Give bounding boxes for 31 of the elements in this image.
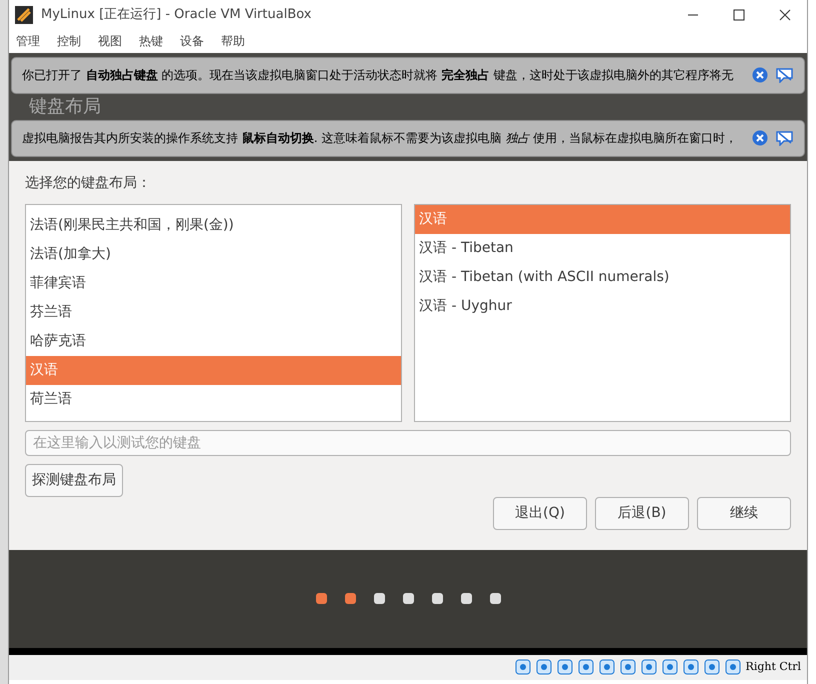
close-icon[interactable] — [779, 8, 791, 21]
menu-item[interactable]: 设备 — [180, 32, 204, 50]
menu-item[interactable]: 帮助 — [221, 32, 245, 50]
dialog-button[interactable]: 后退(B) — [595, 496, 689, 530]
page-heading: 键盘布局 — [28, 96, 102, 118]
list-item[interactable]: 哈萨克语 — [26, 326, 401, 356]
list-item[interactable]: 菲律宾语 — [26, 268, 401, 298]
menu-item[interactable]: 热键 — [139, 32, 163, 50]
menu-item[interactable]: 控制 — [57, 32, 81, 50]
list-item[interactable]: 汉语 - Tibetan — [415, 234, 790, 263]
dialog-button[interactable]: 继续 — [697, 496, 791, 530]
notification-text: 你已打开了 自动独占键盘 的选项。现在当该虚拟电脑窗口处于活动状态时就将 完全独占 键盘，这时处于该虚拟电脑外的其它程序将无 — [22, 67, 734, 84]
list-item[interactable]: 汉语 - Uyghur — [415, 292, 790, 321]
list-item[interactable]: 汉语 - Tibetan (with ASCII numerals) — [415, 262, 790, 292]
menu-item[interactable]: 管理 — [16, 32, 40, 50]
detect-layout-button[interactable]: 探测键盘布局 — [25, 464, 123, 497]
app-icon — [15, 6, 33, 24]
notification-text: 虚拟电脑报告其内所安装的操作系统支持 鼠标自动切换. 这意味着鼠标不需要为该虚拟电脑 独占 使用，当鼠标在虚拟电脑所在窗口时， — [22, 130, 738, 148]
prompt-label: 选择您的键盘布局： — [25, 174, 152, 193]
input-field[interactable]: 在这里输入以测试您的键盘 — [25, 430, 791, 456]
speech-bubble-icon[interactable] — [776, 130, 794, 146]
host-key-label: Right Ctrl — [746, 659, 801, 676]
window-title: MyLinux [正在运行] - Oracle VM VirtualBox — [41, 6, 312, 24]
speech-bubble-icon[interactable] — [776, 67, 794, 84]
list-item[interactable]: 芬兰语 — [26, 298, 401, 327]
list-item[interactable]: 荷兰语 — [26, 384, 401, 414]
maximize-icon[interactable] — [733, 8, 745, 21]
list-item[interactable]: 法语(刚果民主共和国，刚果(金)) — [26, 210, 401, 240]
list-item[interactable]: 法语(加拿大) — [26, 240, 401, 269]
menu-item[interactable]: 视图 — [98, 32, 122, 50]
dialog-button[interactable]: 退出(Q) — [493, 496, 587, 530]
